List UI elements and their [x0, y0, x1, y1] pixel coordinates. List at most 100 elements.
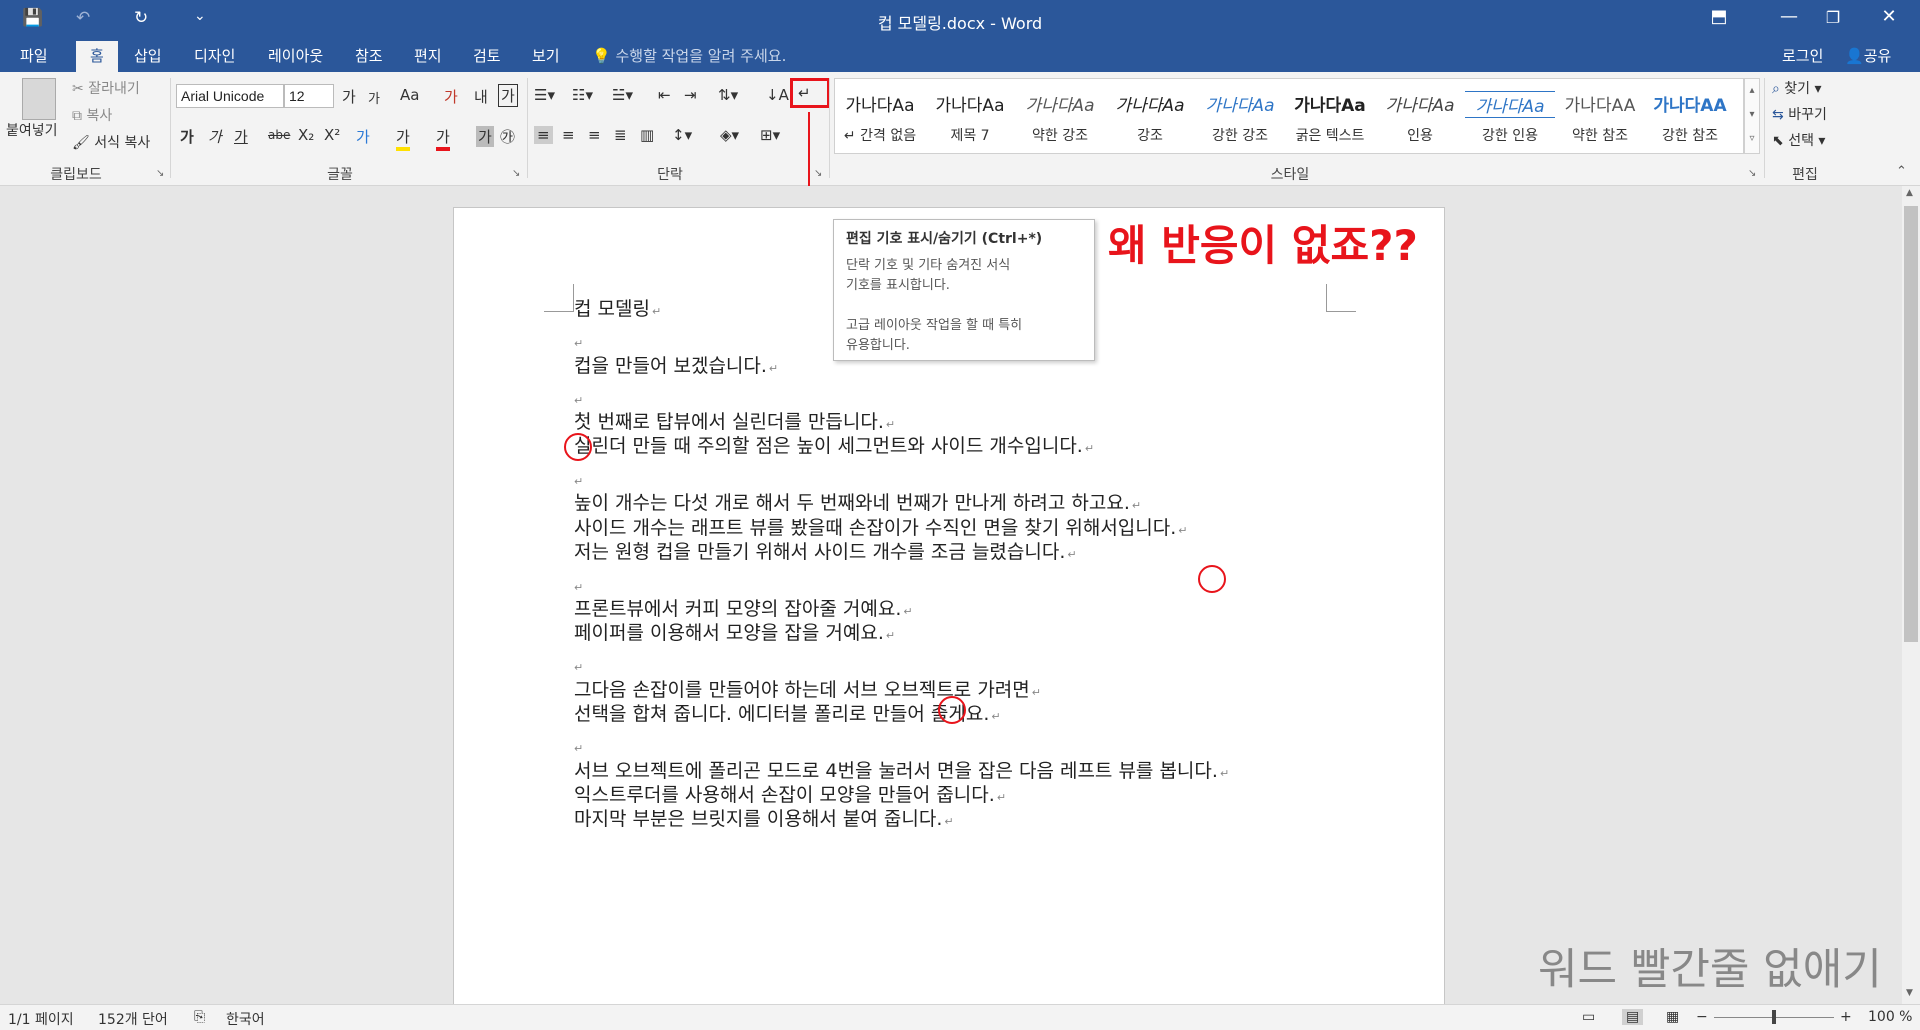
tell-me-search[interactable]: 💡 수행할 작업을 알려 주세요. [592, 45, 786, 66]
character-shading-icon[interactable]: 가 [476, 126, 494, 147]
numbering-icon[interactable]: ☷▾ [572, 86, 593, 104]
styles-gallery-scroll[interactable]: ▴ ▾ ▿ [1744, 78, 1760, 154]
change-case-icon[interactable]: Aa [400, 86, 419, 104]
character-border-icon[interactable]: 가 [498, 84, 518, 107]
clipboard-launcher-icon[interactable]: ↘ [156, 168, 164, 179]
line-spacing-icon[interactable]: ↕▾ [672, 126, 692, 144]
lightbulb-icon: 💡 [592, 47, 611, 65]
paragraph-mark-icon: ↵ [1178, 524, 1188, 537]
paste-button[interactable]: 붙여넣기 [6, 120, 58, 140]
styles-launcher-icon[interactable]: ↘ [1748, 168, 1756, 179]
tab-references[interactable]: 참조 [355, 45, 383, 66]
read-mode-icon[interactable]: ▭ [1582, 1009, 1595, 1025]
paragraph-mark-icon: ↵ [651, 305, 662, 318]
collapse-ribbon-icon[interactable]: ⌃ [1896, 164, 1907, 179]
restore-button[interactable]: ❐ [1818, 8, 1848, 27]
phonetic-guide-icon[interactable]: 내 [474, 86, 488, 107]
tab-home[interactable]: 홈 [76, 41, 118, 72]
replace-label: 바꾸기 [1788, 107, 1827, 123]
close-button[interactable]: ✕ [1874, 6, 1904, 27]
minimize-button[interactable]: — [1774, 6, 1804, 27]
replace-button[interactable]: ⇆ 바꾸기 [1772, 104, 1827, 124]
zoom-in-icon[interactable]: + [1840, 1009, 1852, 1025]
annotation-circle [938, 696, 966, 724]
sort-icon[interactable]: ↓A [766, 86, 789, 104]
tab-review[interactable]: 검토 [473, 45, 501, 66]
justify-icon[interactable]: ≣ [614, 126, 627, 144]
align-left-icon[interactable]: ≡ [534, 126, 553, 144]
highlight-icon[interactable]: 가 [396, 126, 410, 151]
tab-design[interactable]: 디자인 [194, 45, 235, 66]
align-center-icon[interactable]: ≡ [562, 126, 575, 144]
underline-icon[interactable]: 가 [234, 126, 248, 147]
font-launcher-icon[interactable]: ↘ [512, 168, 520, 179]
bullets-icon[interactable]: ☰▾ [534, 86, 555, 104]
tab-file[interactable]: 파일 [20, 45, 48, 66]
page-count[interactable]: 1/1 페이지 [8, 1009, 74, 1029]
language[interactable]: 한국어 [226, 1009, 265, 1029]
style-subtle-emphasis[interactable]: 가나다Aa 약한 강조 [1015, 79, 1105, 153]
tab-insert[interactable]: 삽입 [134, 45, 162, 66]
tab-view[interactable]: 보기 [532, 45, 560, 66]
scrollbar-thumb[interactable] [1904, 206, 1918, 642]
bold-icon[interactable]: 가 [180, 126, 194, 147]
word-count[interactable]: 152개 단어 [98, 1009, 168, 1029]
paste-icon[interactable] [22, 78, 56, 120]
italic-icon[interactable]: 가 [208, 126, 222, 147]
scroll-down-icon[interactable]: ▼ [1906, 988, 1913, 998]
web-layout-icon[interactable]: ▦ [1666, 1009, 1679, 1025]
decrease-indent-icon[interactable]: ⇤ [658, 86, 671, 104]
borders-icon[interactable]: ⊞▾ [760, 126, 780, 144]
grow-font-icon[interactable]: 가 [342, 86, 356, 107]
copy-button[interactable]: ⧉ 복사 [72, 105, 112, 125]
superscript-icon[interactable]: X² [324, 126, 340, 144]
line-text: 실린더 만들 때 주의할 점은 높이 세그먼트와 사이드 개수입니다. [574, 435, 1083, 457]
font-size-combo[interactable]: 12 [284, 84, 334, 108]
ribbon-tab-bar: 파일 홈 삽입 디자인 레이아웃 참조 편지 검토 보기 💡 수행할 작업을 알… [0, 38, 1920, 72]
sort-asian-icon[interactable]: ⇅▾ [718, 86, 738, 104]
tab-layout[interactable]: 레이아웃 [268, 45, 323, 66]
zoom-out-icon[interactable]: − [1696, 1009, 1708, 1025]
print-layout-icon[interactable]: ▤ [1622, 1009, 1644, 1025]
vertical-scrollbar[interactable]: ▲ ▼ [1902, 186, 1920, 1004]
login-link[interactable]: 로그인 [1782, 45, 1823, 66]
strikethrough-icon[interactable]: abe [268, 128, 290, 142]
line-text: 그다음 손잡이를 만들어야 하는데 서브 오브젝트로 가려면 [574, 679, 1030, 701]
style-preview: 가나다Aa [845, 96, 915, 116]
multilevel-list-icon[interactable]: ☱▾ [612, 86, 633, 104]
style-emphasis[interactable]: 가나다Aa 강조 [1105, 79, 1195, 153]
style-name: 강조 [1137, 128, 1163, 144]
ribbon-display-options-button[interactable]: ⬒ [1704, 6, 1734, 27]
font-name-combo[interactable]: Arial Unicode [176, 84, 284, 108]
style-heading-7[interactable]: 가나다Aa 제목 7 [925, 79, 1015, 153]
align-right-icon[interactable]: ≡ [588, 126, 601, 144]
scroll-up-icon[interactable]: ▲ [1906, 188, 1913, 198]
style-intense-reference[interactable]: 가나다AA 강한 참조 [1645, 79, 1735, 153]
find-button[interactable]: ⌕ 찾기 ▾ [1772, 78, 1822, 98]
proofing-icon[interactable]: ⎘ [194, 1009, 205, 1025]
font-color-icon[interactable]: 가 [436, 126, 450, 151]
select-button[interactable]: ⬉ 선택 ▾ [1772, 130, 1825, 150]
share-button[interactable]: 👤공유 [1845, 45, 1891, 66]
text-effects-icon[interactable]: 가 [356, 126, 370, 147]
style-quote[interactable]: 가나다Aa 인용 [1375, 79, 1465, 153]
tab-mailings[interactable]: 편지 [414, 45, 442, 66]
shading-icon[interactable]: ◈▾ [720, 126, 739, 144]
style-preview: 가나다AA [1564, 96, 1636, 116]
enclose-characters-icon[interactable]: ㉮ [500, 126, 515, 147]
paragraph-launcher-icon[interactable]: ↘ [814, 168, 822, 179]
subscript-icon[interactable]: X₂ [298, 126, 314, 144]
format-painter-button[interactable]: 🖌 서식 복사 [72, 132, 150, 152]
increase-indent-icon[interactable]: ⇥ [684, 86, 697, 104]
cut-button[interactable]: ✂ 잘라내기 [72, 78, 140, 98]
style-intense-quote[interactable]: 가나다Aa 강한 인용 [1465, 79, 1555, 153]
zoom-slider-thumb[interactable] [1772, 1010, 1776, 1024]
style-subtle-reference[interactable]: 가나다AA 약한 참조 [1555, 79, 1645, 153]
style-no-spacing[interactable]: 가나다Aa ↵ 간격 없음 [835, 79, 925, 153]
clear-formatting-icon[interactable]: 가 [444, 86, 458, 107]
style-strong[interactable]: 가나다Aa 굵은 텍스트 [1285, 79, 1375, 153]
zoom-level[interactable]: 100 % [1868, 1009, 1912, 1025]
style-intense-emphasis[interactable]: 가나다Aa 강한 강조 [1195, 79, 1285, 153]
shrink-font-icon[interactable]: 가 [368, 88, 380, 107]
distributed-icon[interactable]: ▥ [640, 126, 654, 144]
